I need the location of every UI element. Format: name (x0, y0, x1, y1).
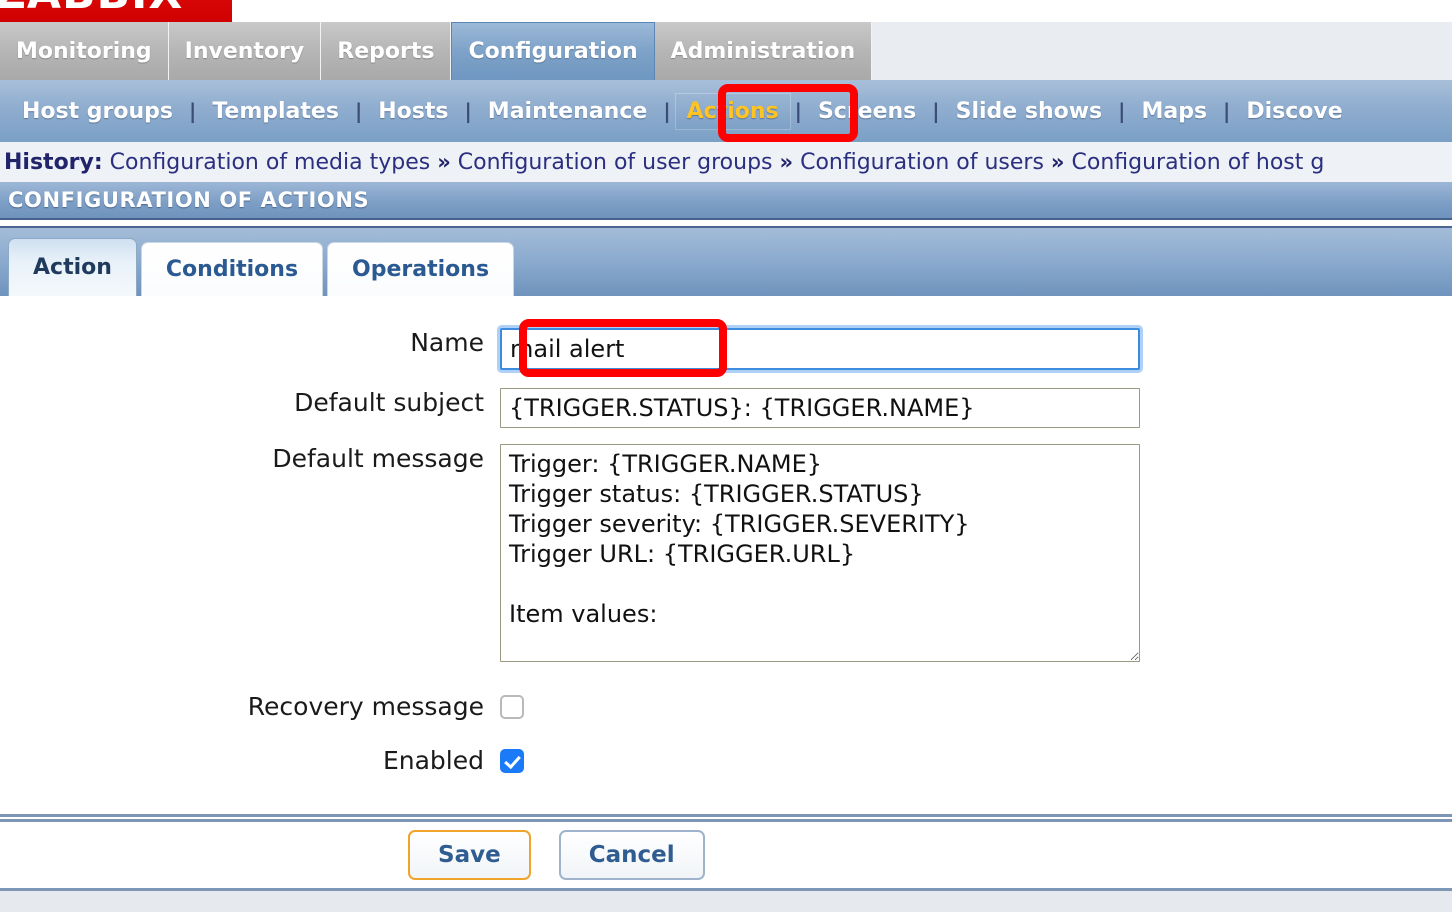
breadcrumb-separator: » (437, 150, 451, 174)
breadcrumb-separator: » (779, 150, 794, 174)
menu-item-inventory[interactable]: Inventory (168, 22, 322, 80)
zabbix-logo-text: ZABBIX (0, 0, 183, 20)
submenu-separator: | (464, 99, 472, 123)
submenu-item-hosts[interactable]: Hosts (366, 93, 460, 130)
submenu-item-actions[interactable]: Actions (674, 92, 791, 130)
recovery-message-checkbox[interactable] (500, 695, 524, 719)
breadcrumb-item-users[interactable]: Configuration of users (800, 150, 1044, 175)
menu-item-administration[interactable]: Administration (654, 22, 873, 80)
submenu-item-maintenance[interactable]: Maintenance (476, 93, 660, 130)
tab-operations[interactable]: Operations (327, 242, 515, 296)
enabled-checkbox[interactable] (500, 749, 524, 773)
submenu-separator: | (1223, 99, 1231, 123)
form-row-default-message: Default message Trigger: {TRIGGER.NAME} … (0, 444, 1140, 662)
breadcrumb: History: Configuration of media types » … (0, 142, 1452, 182)
form-row-recovery-message: Recovery message (0, 692, 524, 722)
menu-item-monitoring[interactable]: Monitoring (0, 22, 169, 80)
form-row-default-subject: Default subject (0, 388, 1140, 428)
submenu-separator: | (189, 99, 197, 123)
default-subject-label: Default subject (294, 388, 484, 417)
default-message-textarea[interactable]: Trigger: {TRIGGER.NAME} Trigger status: … (500, 444, 1140, 662)
enabled-label: Enabled (382, 746, 484, 775)
submenu-item-maps[interactable]: Maps (1129, 93, 1219, 130)
save-button[interactable]: Save (408, 830, 531, 880)
menu-item-reports[interactable]: Reports (321, 22, 452, 80)
tab-action[interactable]: Action (8, 238, 137, 296)
form-row-enabled: Enabled (0, 746, 524, 776)
main-menu: Monitoring Inventory Reports Configurati… (0, 22, 1452, 80)
name-input[interactable] (500, 328, 1140, 370)
sub-menu: Host groups | Templates | Hosts | Mainte… (0, 80, 1452, 142)
default-message-label: Default message (272, 444, 484, 473)
tab-conditions[interactable]: Conditions (140, 242, 324, 296)
form-row-name: Name (0, 328, 1140, 370)
logo-strip: ZABBIX (0, 0, 1452, 22)
form-tab-strip: Action Conditions Operations (0, 226, 1452, 296)
page-title: CONFIGURATION OF ACTIONS (0, 182, 1452, 220)
submenu-separator: | (932, 99, 940, 123)
submenu-item-discovery[interactable]: Discove (1234, 93, 1354, 130)
submenu-separator: | (354, 99, 363, 123)
zabbix-page: ZABBIX Monitoring Inventory Reports Conf… (0, 0, 1452, 912)
page-title-text: CONFIGURATION OF ACTIONS (8, 188, 370, 212)
submenu-item-slide-shows[interactable]: Slide shows (944, 93, 1115, 130)
breadcrumb-item-media-types[interactable]: Configuration of media types (110, 150, 431, 175)
zabbix-logo[interactable]: ZABBIX (0, 0, 232, 22)
cancel-button[interactable]: Cancel (558, 830, 705, 880)
submenu-separator: | (1118, 99, 1126, 123)
footer-divider-top (0, 814, 1452, 822)
breadcrumb-separator: » (1050, 150, 1065, 174)
form-action-buttons: Save Cancel (0, 822, 1452, 888)
menu-item-configuration[interactable]: Configuration (451, 22, 655, 80)
breadcrumb-item-user-groups[interactable]: Configuration of user groups (458, 150, 773, 175)
recovery-message-label: Recovery message (247, 692, 484, 721)
breadcrumb-label: History: (4, 149, 103, 175)
footer-divider-bottom (0, 888, 1452, 912)
submenu-item-screens[interactable]: Screens (806, 93, 928, 130)
breadcrumb-item-host-groups[interactable]: Configuration of host g (1072, 150, 1325, 175)
submenu-separator: | (663, 99, 671, 123)
name-label: Name (410, 328, 484, 357)
action-form: Name Default subject Default message Tri… (0, 296, 1452, 816)
submenu-item-host-groups[interactable]: Host groups (10, 93, 185, 130)
submenu-item-templates[interactable]: Templates (200, 93, 351, 130)
submenu-separator: | (794, 99, 802, 123)
default-subject-input[interactable] (500, 388, 1140, 428)
